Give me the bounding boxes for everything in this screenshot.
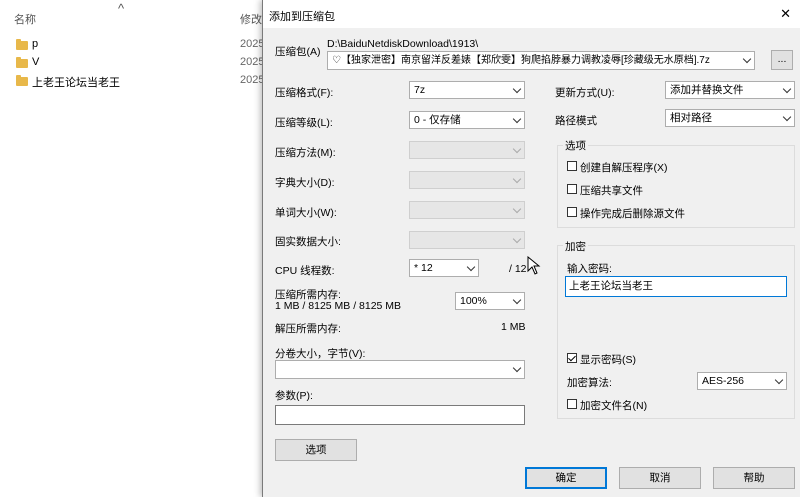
archive-label: 压缩包(A) (275, 46, 321, 58)
level-value: 0 - 仅存储 (414, 114, 461, 126)
format-select[interactable]: 7z (409, 81, 525, 99)
dict-label: 字典大小(D): (275, 177, 335, 189)
title-bar: 添加到压缩包 ✕ (263, 0, 800, 28)
file-date: 2025 (240, 38, 265, 50)
file-date: 2025 (240, 74, 265, 86)
update-label: 更新方式(U): (555, 87, 615, 99)
method-label: 压缩方法(M): (275, 147, 336, 159)
chevron-down-icon (774, 375, 784, 385)
column-header-name[interactable]: 名称 (14, 11, 36, 27)
chevron-down-icon (512, 363, 522, 373)
column-header-modified[interactable]: 修改 (240, 11, 262, 27)
delete-after-label: 操作完成后删除源文件 (580, 208, 685, 220)
checkbox-checked-icon (567, 353, 577, 363)
mem-decompress-label: 解压所需内存: (275, 323, 341, 335)
chevron-down-icon (512, 204, 522, 214)
solid-select (409, 231, 525, 249)
options-group-title: 选项 (563, 138, 588, 153)
password-label: 输入密码: (567, 263, 612, 275)
options-button[interactable]: 选项 (275, 439, 357, 461)
mem-decompress-value: 1 MB (501, 321, 526, 333)
encryption-group-title: 加密 (563, 239, 588, 254)
folder-icon (16, 39, 28, 50)
checkbox-icon (567, 207, 577, 217)
archive-path: D:\BaiduNetdiskDownload\1913\ (327, 38, 479, 50)
archive-name-value: ♡【独家泄密】南京留洋反差婊【郑欣雯】狗爬掐脖暴力调教凌辱[珍藏级无水原档].7… (332, 55, 710, 66)
dialog-title: 添加到压缩包 (269, 11, 335, 23)
threads-select[interactable]: * 12 (409, 259, 479, 277)
encrypt-method-select[interactable]: AES-256 (697, 372, 787, 390)
encrypt-names-label: 加密文件名(N) (580, 400, 648, 412)
checkbox-icon (567, 161, 577, 171)
chevron-down-icon (466, 262, 476, 272)
threads-total: / 12 (509, 263, 527, 275)
word-label: 单词大小(W): (275, 207, 337, 219)
cancel-button[interactable]: 取消 (619, 467, 701, 489)
sfx-label: 创建自解压程序(X) (580, 162, 668, 174)
split-combo[interactable] (275, 360, 525, 379)
chevron-down-icon (512, 114, 522, 124)
method-select (409, 141, 525, 159)
ok-button[interactable]: 确定 (525, 467, 607, 489)
mouse-cursor-icon (527, 256, 541, 275)
folder-icon (16, 57, 28, 68)
encrypt-method-value: AES-256 (702, 375, 745, 387)
level-label: 压缩等级(L): (275, 117, 333, 129)
chevron-down-icon (782, 112, 792, 122)
params-input[interactable] (275, 405, 525, 425)
show-password-label: 显示密码(S) (580, 354, 636, 366)
path-mode-label: 路径模式 (555, 115, 597, 127)
close-icon[interactable]: ✕ (780, 6, 791, 22)
path-mode-select[interactable]: 相对路径 (665, 109, 795, 127)
word-select (409, 201, 525, 219)
file-name: p (32, 38, 39, 50)
threads-value: * 12 (414, 262, 433, 274)
format-value: 7z (414, 84, 426, 96)
shared-label: 压缩共享文件 (580, 185, 643, 197)
encrypt-method-label: 加密算法: (567, 377, 612, 389)
chevron-down-icon (512, 174, 522, 184)
split-label: 分卷大小，字节(V): (275, 348, 366, 360)
mem-percent-select[interactable]: 100% (455, 292, 525, 310)
password-input[interactable]: 上老王论坛当老王 (565, 276, 787, 297)
browse-button[interactable]: ... (771, 50, 793, 70)
chevron-down-icon (512, 84, 522, 94)
checkbox-icon (567, 184, 577, 194)
checkbox-icon (567, 399, 577, 409)
path-mode-value: 相对路径 (670, 112, 712, 124)
chevron-down-icon (512, 234, 522, 244)
level-select[interactable]: 0 - 仅存储 (409, 111, 525, 129)
sort-up-icon: ^ (118, 1, 125, 16)
file-name: 上老王论坛当老王 (32, 77, 120, 89)
folder-icon (16, 75, 28, 86)
update-select[interactable]: 添加并替换文件 (665, 81, 795, 99)
chevron-down-icon (512, 144, 522, 154)
help-button[interactable]: 帮助 (713, 467, 795, 489)
chevron-down-icon (512, 295, 522, 305)
mem-compress-value: 1 MB / 8125 MB / 8125 MB (275, 300, 402, 312)
update-value: 添加并替换文件 (670, 84, 744, 96)
chevron-down-icon (742, 54, 752, 64)
mem-percent-value: 100% (460, 295, 487, 307)
solid-label: 固实数据大小: (275, 236, 341, 248)
archive-name-combo[interactable]: ♡【独家泄密】南京留洋反差婊【郑欣雯】狗爬掐脖暴力调教凌辱[珍藏级无水原档].7… (327, 51, 755, 70)
format-label: 压缩格式(F): (275, 87, 334, 99)
threads-label: CPU 线程数: (275, 265, 335, 277)
file-date: 2025 (240, 56, 265, 68)
file-name: V (32, 56, 40, 68)
add-to-archive-dialog: 添加到压缩包 ✕ 压缩包(A) D:\BaiduNetdiskDownload\… (262, 0, 800, 497)
params-label: 参数(P): (275, 390, 313, 402)
chevron-down-icon (782, 84, 792, 94)
dict-select (409, 171, 525, 189)
